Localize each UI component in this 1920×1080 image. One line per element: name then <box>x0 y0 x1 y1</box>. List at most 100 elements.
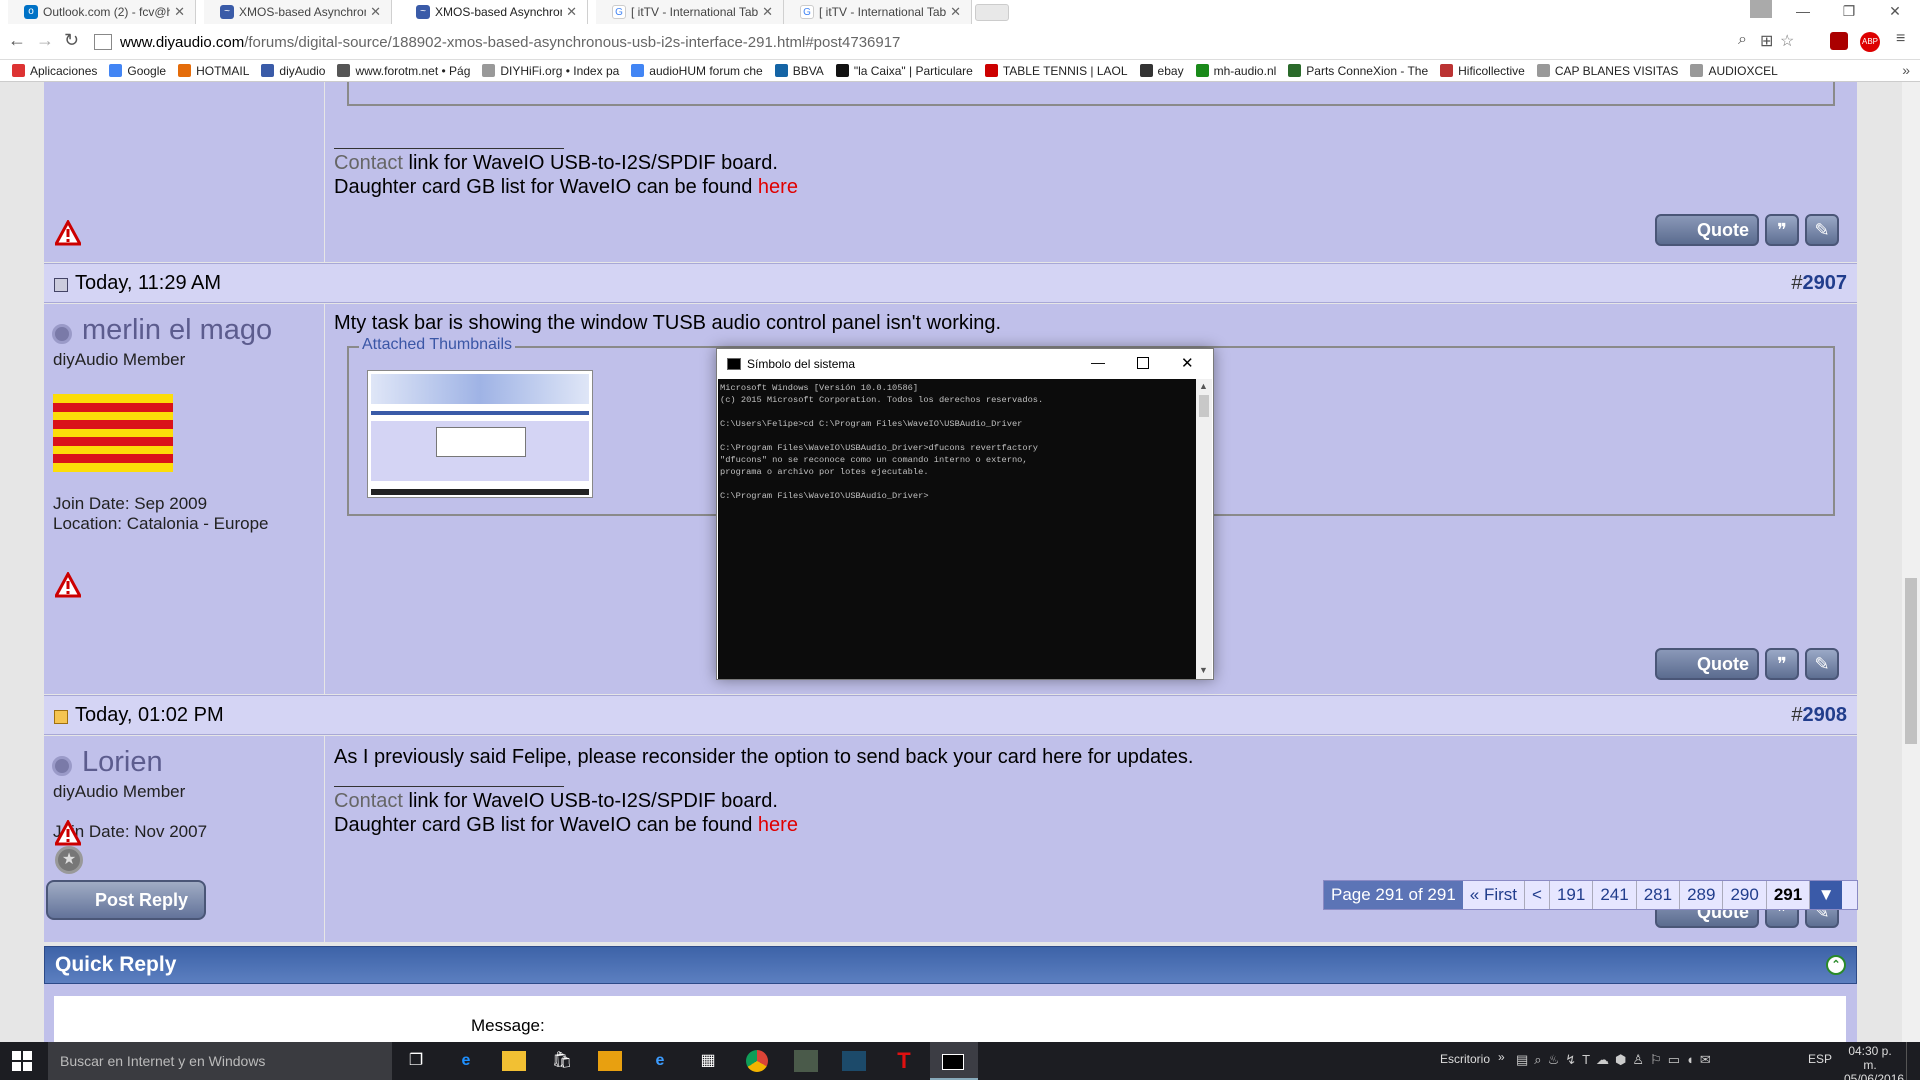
window-close-icon[interactable]: ✕ <box>1872 0 1918 24</box>
minimize-icon[interactable]: — <box>1780 0 1826 24</box>
close-icon[interactable]: ✕ <box>370 4 381 20</box>
windows-start-icon[interactable] <box>12 1051 32 1071</box>
store-icon[interactable]: 🛍 <box>550 1049 574 1073</box>
bookmark-item[interactable]: DIYHiFi.org • Index pa <box>482 64 619 78</box>
new-tab-button[interactable] <box>975 4 1009 21</box>
bookmark-item[interactable]: www.forotm.net • Pág <box>337 64 470 78</box>
zoom-icon[interactable]: ⌕ <box>1738 31 1747 49</box>
minimize-icon[interactable]: — <box>1091 354 1105 370</box>
bookmark-item[interactable]: CAP BLANES VISITAS <box>1536 64 1678 78</box>
chevron-icon[interactable]: » <box>1498 1050 1505 1064</box>
task-view-icon[interactable]: ❐ <box>404 1049 428 1073</box>
bookmark-item[interactable]: Parts ConneXion - The <box>1288 64 1428 78</box>
chrome-icon[interactable] <box>746 1050 768 1072</box>
attachment-thumbnail[interactable] <box>367 370 593 498</box>
maximize-icon[interactable] <box>1137 357 1149 369</box>
contact-link[interactable]: Contact <box>334 152 403 174</box>
here-link[interactable]: here <box>758 814 798 836</box>
username[interactable]: Lorien <box>82 746 163 779</box>
bookmarks-overflow-icon[interactable]: » <box>1902 62 1910 78</box>
bookmark-item[interactable]: audioHUM forum che <box>631 64 763 78</box>
contact-link[interactable]: Contact <box>334 790 403 812</box>
desktop-toolbar-label[interactable]: Escritorio <box>1440 1052 1490 1066</box>
cmd-scrollbar[interactable]: ▲ ▼ <box>1196 379 1212 679</box>
bookmark-item[interactable]: "la Caixa" | Particulare <box>835 64 973 78</box>
username[interactable]: merlin el mago <box>82 314 272 347</box>
translate-icon[interactable]: ⊞ <box>1760 31 1773 51</box>
bookmark-item[interactable]: AUDIOXCEL <box>1690 64 1778 78</box>
app-icon[interactable] <box>842 1051 866 1071</box>
report-post-icon[interactable] <box>55 820 81 846</box>
extension-ublock-icon[interactable] <box>1830 32 1848 50</box>
bookmark-star-icon[interactable]: ☆ <box>1780 31 1794 51</box>
adblock-icon[interactable]: ABP <box>1860 32 1880 52</box>
report-post-icon[interactable] <box>55 220 81 246</box>
page-link[interactable]: 281 <box>1637 881 1681 909</box>
clock[interactable]: 04:30 p. m. 05/06/2016 <box>1844 1044 1904 1080</box>
page-info-icon[interactable] <box>94 34 112 50</box>
close-icon[interactable]: ✕ <box>1181 354 1194 372</box>
language-indicator[interactable]: ESP <box>1808 1052 1832 1066</box>
internet-explorer-icon[interactable]: e <box>648 1049 672 1073</box>
collapse-icon[interactable]: ⌃ <box>1826 955 1846 975</box>
scroll-down-icon[interactable]: ▼ <box>1199 665 1208 675</box>
forward-icon[interactable]: → <box>36 30 54 51</box>
cmd-console-output[interactable]: Microsoft Windows [Versión 10.0.10586] (… <box>718 379 1196 679</box>
chevron-down-icon[interactable]: ▼ <box>1810 881 1843 909</box>
multiquote-button[interactable]: ❞ <box>1765 648 1799 680</box>
page-scrollbar[interactable] <box>1902 82 1920 1042</box>
tab-ittv-2[interactable]: G [ itTV - International Table ✕ <box>784 0 972 24</box>
restore-icon[interactable]: ❐ <box>1826 0 1872 24</box>
quote-button[interactable]: Quote <box>1655 648 1759 680</box>
bookmark-item[interactable]: mh-audio.nl <box>1195 64 1276 78</box>
report-post-icon[interactable] <box>55 572 81 598</box>
bookmark-item[interactable]: TABLE TENNIS | LAOL <box>984 64 1128 78</box>
address-bar[interactable]: www.diyaudio.com/forums/digital-source/1… <box>94 29 1754 55</box>
tab-xmos-2[interactable]: ~ XMOS-based Asynchrono ✕ <box>400 0 588 24</box>
page-link[interactable]: 289 <box>1680 881 1724 909</box>
edge-icon[interactable]: e <box>454 1049 478 1073</box>
app-icon[interactable] <box>794 1050 818 1072</box>
page-link[interactable]: 290 <box>1723 881 1767 909</box>
close-icon[interactable]: ✕ <box>950 4 961 20</box>
profile-icon[interactable] <box>1750 0 1772 18</box>
tab-xmos-1[interactable]: ~ XMOS-based Asynchrono ✕ <box>204 0 392 24</box>
command-prompt-window[interactable]: Símbolo del sistema — ✕ Microsoft Window… <box>716 348 1214 680</box>
post-number[interactable]: #2908 <box>1791 704 1847 727</box>
quick-reply-icon[interactable]: ✎ <box>1805 648 1839 680</box>
page-first-link[interactable]: « First <box>1463 881 1526 909</box>
bookmark-item[interactable]: Hificollective <box>1440 64 1525 78</box>
menu-icon[interactable]: ≡ <box>1896 30 1905 48</box>
quick-reply-icon[interactable]: ✎ <box>1805 214 1839 246</box>
scroll-thumb[interactable] <box>1199 395 1209 417</box>
post-reply-button[interactable]: Post Reply <box>46 880 206 920</box>
close-icon[interactable]: ✕ <box>566 4 577 20</box>
here-link[interactable]: here <box>758 176 798 198</box>
taskbar-search-box[interactable]: Buscar en Internet y en Windows <box>48 1042 392 1080</box>
page-link[interactable]: 241 <box>1593 881 1637 909</box>
reload-icon[interactable]: ↻ <box>64 30 79 51</box>
close-icon[interactable]: ✕ <box>174 4 185 20</box>
scrollbar-thumb[interactable] <box>1905 578 1917 744</box>
tray-icons[interactable]: ▤⌕♨↯T☁⬢♙⚐▭◖✉ <box>1516 1052 1717 1068</box>
back-icon[interactable]: ← <box>8 30 26 51</box>
multiquote-button[interactable]: ❞ <box>1765 214 1799 246</box>
bookmark-item[interactable]: Google <box>109 64 166 78</box>
page-prev-link[interactable]: < <box>1525 881 1550 909</box>
app-t-icon[interactable]: T <box>892 1049 916 1073</box>
quote-button[interactable]: Quote <box>1655 214 1759 246</box>
bookmark-item[interactable]: Aplicaciones <box>12 64 97 78</box>
tab-ittv-1[interactable]: G [ itTV - International Table ✕ <box>596 0 784 24</box>
media-app-icon[interactable] <box>598 1051 622 1071</box>
calculator-icon[interactable]: ▦ <box>696 1049 720 1073</box>
tab-outlook[interactable]: o Outlook.com (2) - fcv@ho ✕ <box>8 0 196 24</box>
file-explorer-icon[interactable] <box>502 1051 526 1071</box>
post-number[interactable]: #2907 <box>1791 272 1847 295</box>
page-link[interactable]: 191 <box>1550 881 1594 909</box>
bookmark-item[interactable]: diyAudio <box>261 64 325 78</box>
scroll-up-icon[interactable]: ▲ <box>1199 381 1208 391</box>
bookmark-item[interactable]: BBVA <box>774 64 824 78</box>
cmd-title-bar[interactable]: Símbolo del sistema — ✕ <box>717 349 1213 379</box>
show-desktop-button[interactable] <box>1906 1042 1920 1080</box>
close-icon[interactable]: ✕ <box>762 4 773 20</box>
